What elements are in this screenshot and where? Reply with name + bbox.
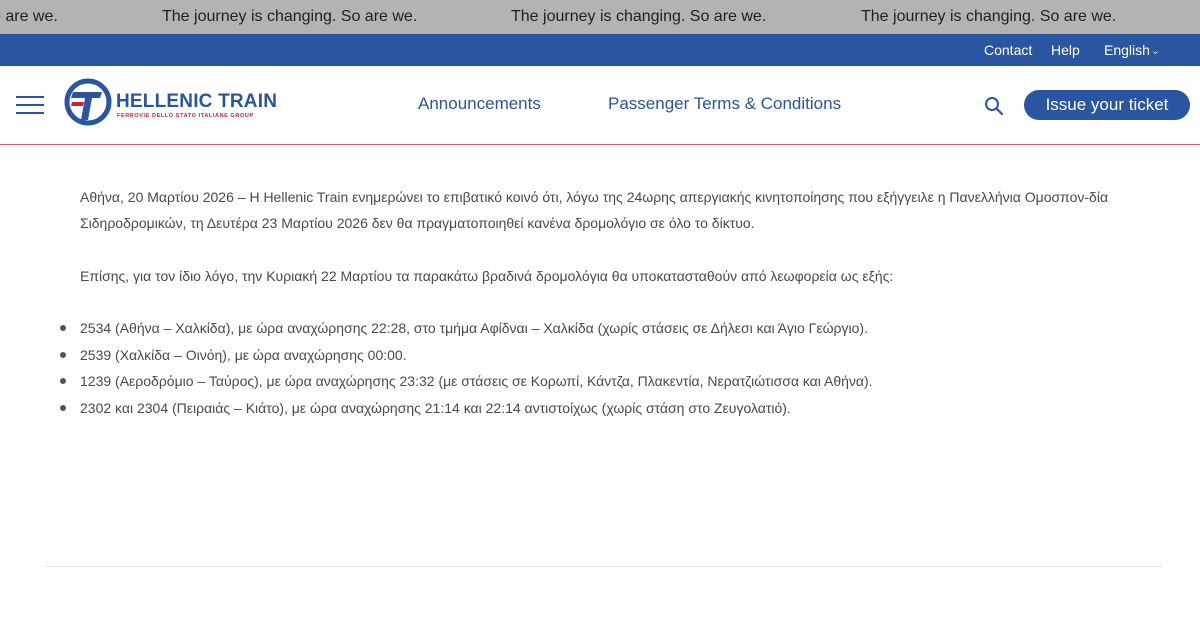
language-selector[interactable]: English› bbox=[1104, 42, 1161, 58]
ticker-item: o are we. bbox=[0, 8, 58, 25]
utility-bar: Contact Help English› bbox=[0, 34, 1200, 66]
brand-title: HELLENIC TRAIN bbox=[116, 91, 278, 112]
ticker-item: The journey is changing. So are we. bbox=[861, 8, 1117, 25]
ticker-item: The journey is changing. So are we. bbox=[162, 8, 418, 25]
brand-logo-icon[interactable] bbox=[64, 78, 112, 126]
language-label: English bbox=[1104, 42, 1150, 58]
nav-announcements[interactable]: Announcements bbox=[418, 94, 541, 114]
list-item: 2539 (Χαλκίδα – Οινόη), με ώρα αναχώρηση… bbox=[60, 342, 873, 369]
route-list: 2534 (Αθήνα – Χαλκίδα), με ώρα αναχώρηση… bbox=[60, 315, 873, 422]
article-paragraph: Επίσης, για τον ίδιο λόγο, την Κυριακή 2… bbox=[80, 268, 894, 284]
announcement-ticker: o are we. The journey is changing. So ar… bbox=[0, 0, 1200, 34]
menu-icon[interactable] bbox=[16, 94, 44, 116]
list-item: 2302 και 2304 (Πειραιάς – Κιάτο), με ώρα… bbox=[60, 395, 873, 422]
help-link[interactable]: Help bbox=[1051, 42, 1080, 58]
article-paragraph: Αθήνα, 20 Μαρτίου 2026 – Η Hellenic Trai… bbox=[80, 189, 1109, 231]
search-icon[interactable] bbox=[983, 95, 1005, 117]
list-item: 2534 (Αθήνα – Χαλκίδα), με ώρα αναχώρηση… bbox=[60, 315, 873, 342]
chevron-down-icon: › bbox=[1150, 50, 1162, 55]
issue-ticket-button[interactable]: Issue your ticket bbox=[1024, 90, 1190, 120]
ticker-item: The journey is changing. So are we. bbox=[511, 8, 767, 25]
site-header: HELLENIC TRAIN FERROVIE DELLO STATO ITAL… bbox=[0, 66, 1200, 145]
contact-link[interactable]: Contact bbox=[984, 42, 1032, 58]
list-item: 1239 (Αεροδρόμιο – Ταύρος), με ώρα αναχώ… bbox=[60, 368, 873, 395]
divider bbox=[45, 566, 1162, 567]
brand-subtitle: FERROVIE DELLO STATO ITALIANE GROUP bbox=[117, 113, 254, 119]
nav-passenger-terms[interactable]: Passenger Terms & Conditions bbox=[608, 94, 841, 114]
